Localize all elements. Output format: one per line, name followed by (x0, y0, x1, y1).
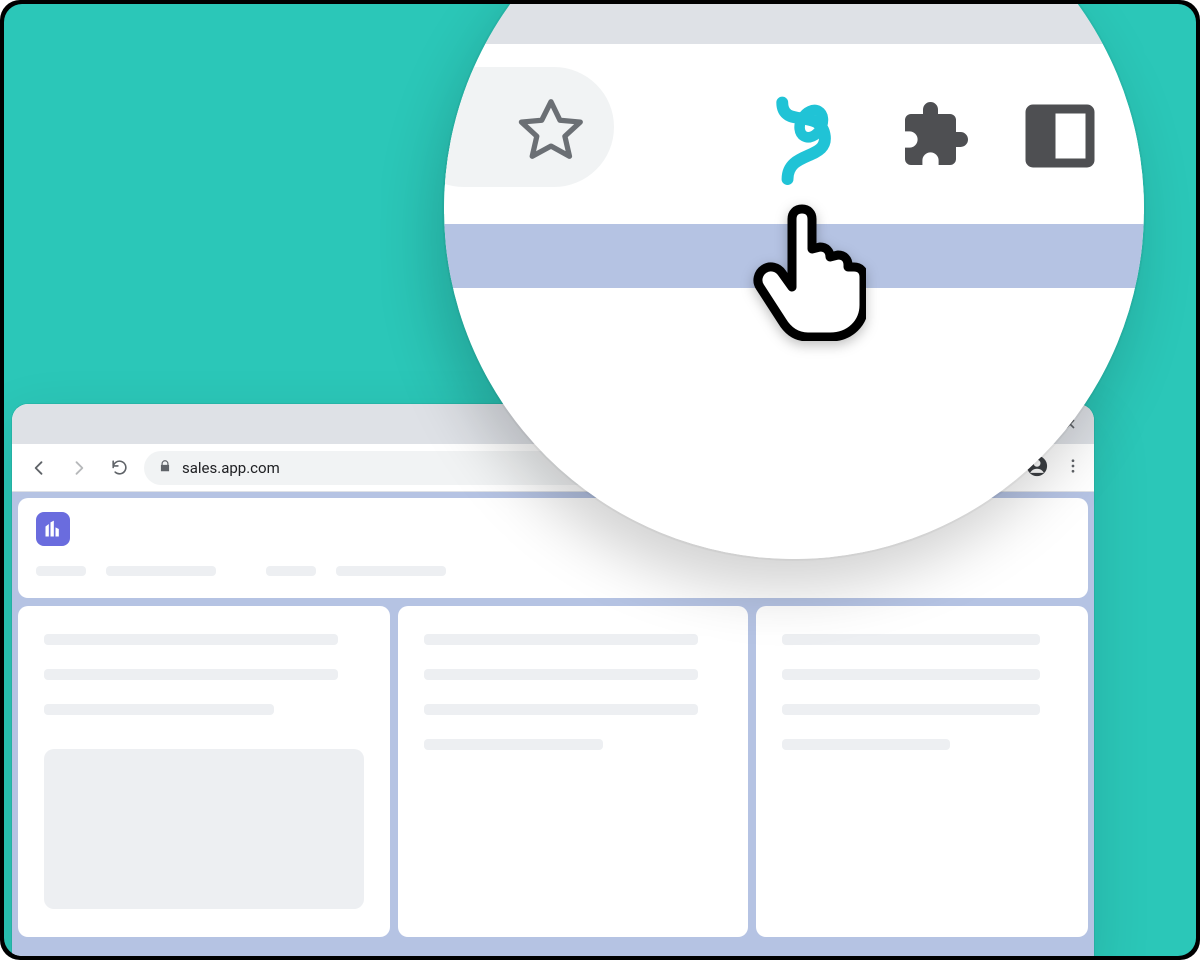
breadcrumb-skeleton (36, 566, 1070, 576)
forward-button[interactable] (64, 453, 94, 483)
zoom-sidepanel-icon[interactable] (1024, 103, 1096, 173)
illustration-stage: sales.app.com (0, 0, 1200, 960)
teal-background: sales.app.com (4, 4, 1196, 956)
magnifier-zoom (444, 4, 1144, 559)
url-text: sales.app.com (182, 459, 280, 477)
page-content (12, 492, 1094, 956)
zoom-content-bluebar (444, 224, 1144, 288)
zoom-tabstrip (444, 4, 1144, 44)
zoom-evo-extension-icon[interactable] (766, 92, 846, 191)
lock-icon (158, 459, 172, 477)
reload-button[interactable] (104, 453, 134, 483)
panel-right (756, 606, 1088, 937)
panel-left (18, 606, 390, 937)
content-panels (18, 606, 1088, 937)
zoom-content-white (444, 288, 1144, 559)
zoom-extensions-icon[interactable] (899, 99, 971, 175)
app-logo (36, 512, 70, 546)
panel-middle (398, 606, 748, 937)
zoom-star-icon[interactable] (514, 94, 588, 172)
back-button[interactable] (24, 453, 54, 483)
